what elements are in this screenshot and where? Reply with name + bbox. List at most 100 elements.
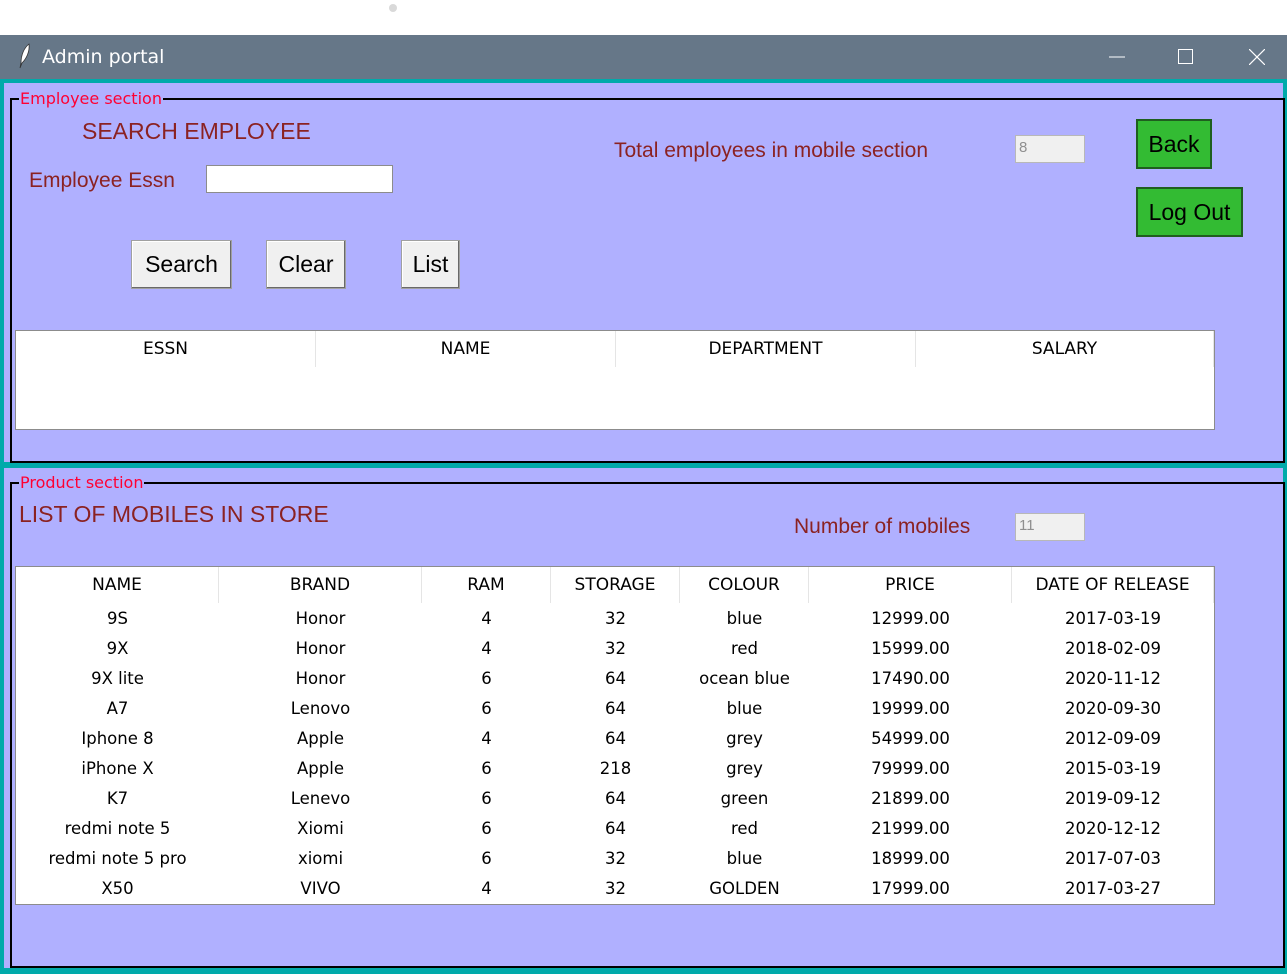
mobiles-table-body: 9S Honor 4 32 blue 12999.00 2017-03-19 9X Honor 4… <box>16 603 1214 903</box>
table-row[interactable]: 9X Honor 4 32 red 15999.00 2018-02-09 <box>16 633 1214 663</box>
total-employees-label: Total employees in mobile section <box>614 139 928 162</box>
table-row[interactable]: K7 Lenevo 6 64 green 21899.00 2019-09-12 <box>16 783 1214 813</box>
table-row[interactable]: A7 Lenovo 6 64 blue 19999.00 2020-09-30 <box>16 693 1214 723</box>
cell-name: 9X lite <box>91 668 144 688</box>
table-row[interactable]: iPhone X Apple 6 218 grey 79999.00 2015-03-19 <box>16 753 1214 783</box>
cell-brand: Apple <box>297 728 344 748</box>
cell-ram: 6 <box>481 698 492 718</box>
cell-price: 21899.00 <box>871 788 950 808</box>
column-header-name[interactable]: NAME <box>316 331 616 367</box>
product-section-label: Product section <box>19 473 145 493</box>
cell-brand: VIVO <box>300 878 341 898</box>
product-frame: Product section LIST OF MOBILES IN STORE… <box>4 468 1285 968</box>
cell-storage: 32 <box>605 878 626 898</box>
cell-name: Iphone 8 <box>81 728 154 748</box>
cell-name: K7 <box>106 788 129 808</box>
number-of-mobiles-field: 11 <box>1015 513 1085 541</box>
cell-ram: 6 <box>481 788 492 808</box>
column-header-colour[interactable]: COLOUR <box>680 567 809 603</box>
column-header-storage[interactable]: STORAGE <box>551 567 680 603</box>
maximize-button[interactable] <box>1156 35 1216 79</box>
cell-name: A7 <box>106 698 129 718</box>
close-button[interactable] <box>1227 35 1287 79</box>
cell-price: 54999.00 <box>871 728 950 748</box>
cell-name: 9S <box>107 608 128 628</box>
maximize-icon <box>1178 49 1193 64</box>
logout-button[interactable]: Log Out <box>1136 187 1243 237</box>
cell-name: iPhone X <box>81 758 154 778</box>
cell-brand: Apple <box>297 758 344 778</box>
cell-price: 19999.00 <box>871 698 950 718</box>
feather-icon <box>19 43 30 69</box>
cell-date-of-release: 2012-09-09 <box>1065 728 1161 748</box>
column-header-price[interactable]: PRICE <box>809 567 1012 603</box>
minimize-button[interactable] <box>1087 35 1147 79</box>
employee-section-label: Employee section <box>19 89 163 109</box>
cell-storage: 64 <box>605 728 626 748</box>
column-header-brand[interactable]: BRAND <box>219 567 422 603</box>
cell-colour: red <box>730 818 759 838</box>
mobiles-table[interactable]: NAME BRAND RAM STORAGE COLOUR PRICE DATE… <box>15 566 1215 905</box>
table-row[interactable]: X50 VIVO 4 32 GOLDEN 17999.00 2017-03-27 <box>16 873 1214 903</box>
column-header-salary[interactable]: SALARY <box>916 331 1214 367</box>
list-button[interactable]: List <box>401 240 460 289</box>
cell-brand: Honor <box>295 668 346 688</box>
cell-price: 17999.00 <box>871 878 950 898</box>
cell-ram: 4 <box>481 608 492 628</box>
close-icon <box>1249 49 1265 65</box>
column-header-department[interactable]: DEPARTMENT <box>616 331 916 367</box>
cell-colour: grey <box>726 728 763 748</box>
mobiles-table-header: NAME BRAND RAM STORAGE COLOUR PRICE DATE… <box>16 567 1214 603</box>
cell-ram: 4 <box>481 878 492 898</box>
cell-brand: Honor <box>295 608 346 628</box>
cell-storage: 32 <box>605 638 626 658</box>
cell-storage: 32 <box>605 848 626 868</box>
cell-storage: 64 <box>605 668 626 688</box>
cell-date-of-release: 2020-12-12 <box>1065 818 1161 838</box>
column-header-ram[interactable]: RAM <box>422 567 551 603</box>
column-header-name[interactable]: NAME <box>16 567 219 603</box>
cell-storage: 218 <box>599 758 632 778</box>
table-row[interactable]: 9S Honor 4 32 blue 12999.00 2017-03-19 <box>16 603 1214 633</box>
search-button[interactable]: Search <box>131 240 232 289</box>
cell-storage: 64 <box>605 698 626 718</box>
cell-brand: xiomi <box>297 848 344 868</box>
cell-name: X50 <box>101 878 134 898</box>
table-row[interactable]: 9X lite Honor 6 64 ocean blue 17490.00 2020-11… <box>16 663 1214 693</box>
table-row[interactable]: redmi note 5 Xiomi 6 64 red 21999.00 2020-12-1… <box>16 813 1214 843</box>
cell-date-of-release: 2015-03-19 <box>1065 758 1161 778</box>
cell-name: 9X <box>106 638 129 658</box>
employee-table[interactable]: ESSN NAME DEPARTMENT SALARY <box>15 330 1215 430</box>
cell-colour: green <box>720 788 769 808</box>
cell-date-of-release: 2017-07-03 <box>1065 848 1161 868</box>
window-titlebar[interactable]: Admin portal <box>0 35 1287 79</box>
cell-date-of-release: 2019-09-12 <box>1065 788 1161 808</box>
cell-price: 18999.00 <box>871 848 950 868</box>
back-button[interactable]: Back <box>1136 119 1212 169</box>
cursor-dot <box>389 4 397 12</box>
window-title: Admin portal <box>42 46 165 68</box>
window-client-area: Employee section SEARCH EMPLOYEE Employe… <box>0 79 1287 974</box>
cell-date-of-release: 2018-02-09 <box>1065 638 1161 658</box>
table-row[interactable]: Iphone 8 Apple 4 64 grey 54999.00 2012-09-09 <box>16 723 1214 753</box>
total-employees-field: 8 <box>1015 135 1085 163</box>
clear-button[interactable]: Clear <box>266 240 346 289</box>
cell-date-of-release: 2017-03-19 <box>1065 608 1161 628</box>
employee-essn-input[interactable] <box>206 165 393 193</box>
table-row[interactable]: redmi note 5 pro xiomi 6 32 blue 18999.00 2017… <box>16 843 1214 873</box>
cell-colour: blue <box>726 848 763 868</box>
number-of-mobiles-label: Number of mobiles <box>794 515 971 538</box>
cell-storage: 64 <box>605 818 626 838</box>
cell-price: 79999.00 <box>871 758 950 778</box>
cell-date-of-release: 2017-03-27 <box>1065 878 1161 898</box>
cell-price: 17490.00 <box>871 668 950 688</box>
column-header-date-of-release[interactable]: DATE OF RELEASE <box>1012 567 1214 603</box>
cell-name: redmi note 5 <box>64 818 171 838</box>
cell-price: 15999.00 <box>871 638 950 658</box>
mobiles-list-heading: LIST OF MOBILES IN STORE <box>19 501 329 527</box>
column-header-essn[interactable]: ESSN <box>16 331 316 367</box>
cell-ram: 6 <box>481 818 492 838</box>
cell-colour: GOLDEN <box>709 878 780 898</box>
employee-table-header: ESSN NAME DEPARTMENT SALARY <box>16 331 1214 367</box>
cell-ram: 6 <box>481 758 492 778</box>
